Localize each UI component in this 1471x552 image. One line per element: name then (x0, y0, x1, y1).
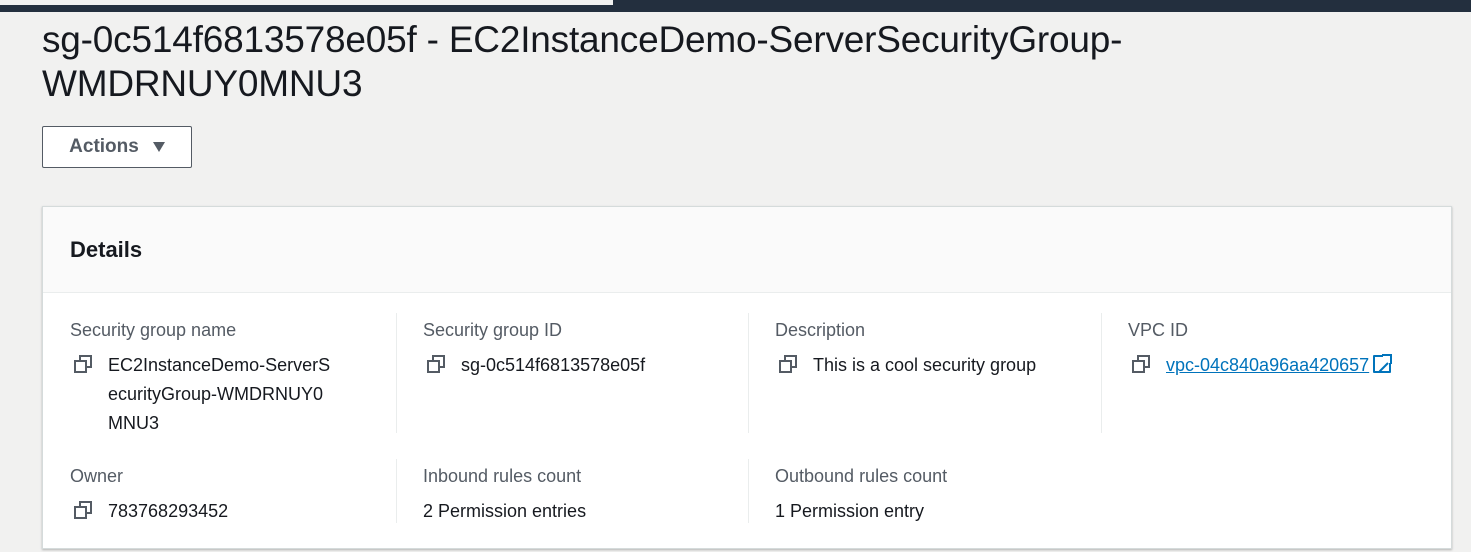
column-divider (396, 313, 397, 433)
owner-label: Owner (70, 466, 124, 486)
column-divider (1101, 313, 1102, 433)
inbound-rules-count-field: Inbound rules count 2 Permission entries (423, 465, 763, 526)
browser-tab-strip (0, 0, 614, 6)
security-group-name-value: EC2InstanceDemo-ServerSecurityGroup-WMDR… (108, 355, 331, 433)
security-group-id-label: Security group ID (423, 320, 563, 340)
outbound-rules-count-label: Outbound rules count (775, 466, 948, 486)
outbound-rules-count-field: Outbound rules count 1 Permission entry (775, 465, 1115, 526)
vpc-id-link[interactable]: vpc-04c840a96aa420657 (1166, 355, 1369, 375)
security-group-id-field: Security group ID sg-0c514f6813578e05f (423, 319, 763, 380)
copy-icon[interactable] (1132, 355, 1152, 375)
details-panel-header: Details (43, 207, 1451, 293)
owner-field: Owner 783768293452 (70, 465, 370, 526)
actions-button-label: Actions (69, 136, 139, 157)
copy-icon[interactable] (74, 501, 94, 521)
external-link-icon[interactable] (1373, 353, 1394, 373)
vpc-id-label: VPC ID (1128, 320, 1189, 340)
description-value: This is a cool security group (813, 355, 1037, 375)
inbound-rules-count-value: 2 Permission entries (423, 501, 587, 521)
security-group-id-value: sg-0c514f6813578e05f (461, 355, 646, 375)
column-divider (748, 313, 749, 433)
description-field: Description This is a cool security grou… (775, 319, 1115, 380)
caret-down-icon (152, 142, 165, 152)
description-label: Description (775, 320, 866, 340)
owner-value: 783768293452 (108, 501, 229, 521)
browser-top-bar (0, 0, 1471, 12)
page-title: sg-0c514f6813578e05f - EC2InstanceDemo-S… (42, 19, 1123, 104)
security-group-name-label: Security group name (70, 320, 237, 340)
actions-dropdown-button[interactable]: Actions (42, 126, 192, 168)
details-panel: Details Security group name EC2InstanceD… (42, 206, 1452, 549)
security-group-name-field: Security group name EC2InstanceDemo-Serv… (70, 319, 370, 438)
vpc-id-field: VPC ID vpc-04c840a96aa420657 (1128, 319, 1448, 380)
copy-icon[interactable] (779, 355, 799, 375)
inbound-rules-count-label: Inbound rules count (423, 466, 582, 486)
column-divider (396, 459, 397, 523)
column-divider (748, 459, 749, 523)
copy-icon[interactable] (427, 355, 447, 375)
details-heading: Details (70, 236, 143, 262)
vpc-id-link-wrapper[interactable]: vpc-04c840a96aa420657 (1166, 351, 1394, 380)
copy-icon[interactable] (74, 355, 94, 375)
outbound-rules-count-value: 1 Permission entry (775, 501, 925, 521)
